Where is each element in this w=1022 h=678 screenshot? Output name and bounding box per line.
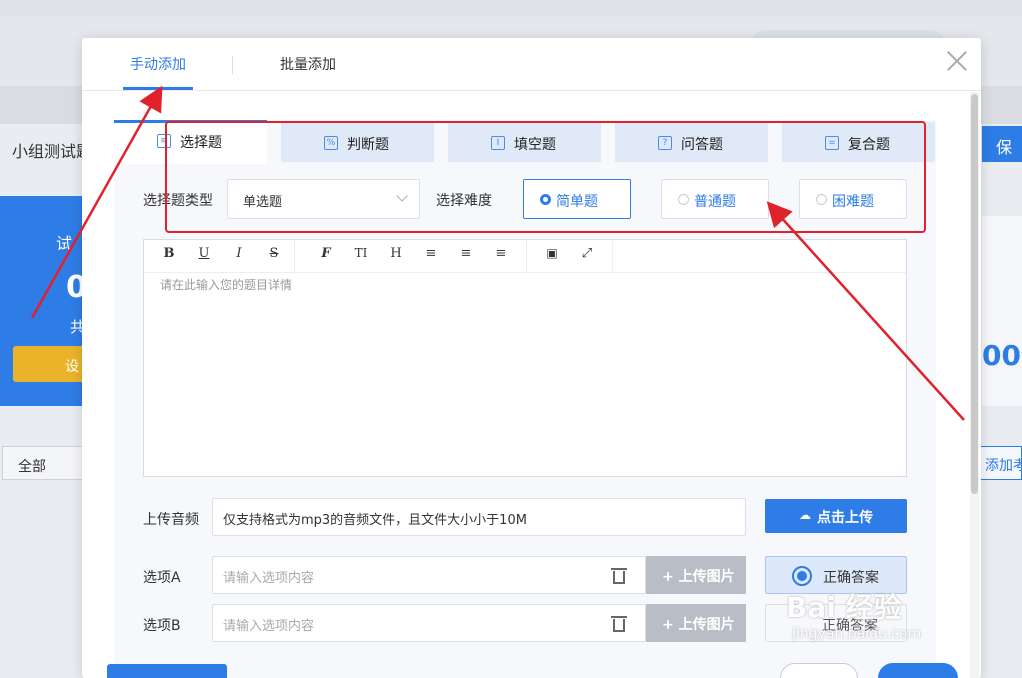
arrow-to-manual-tab: [30, 85, 163, 319]
arrow-to-type-tabs: [766, 201, 965, 421]
annotation-arrows: [30, 85, 965, 421]
watermark: Bai 经验 jingyan.baidu.com: [786, 591, 922, 642]
